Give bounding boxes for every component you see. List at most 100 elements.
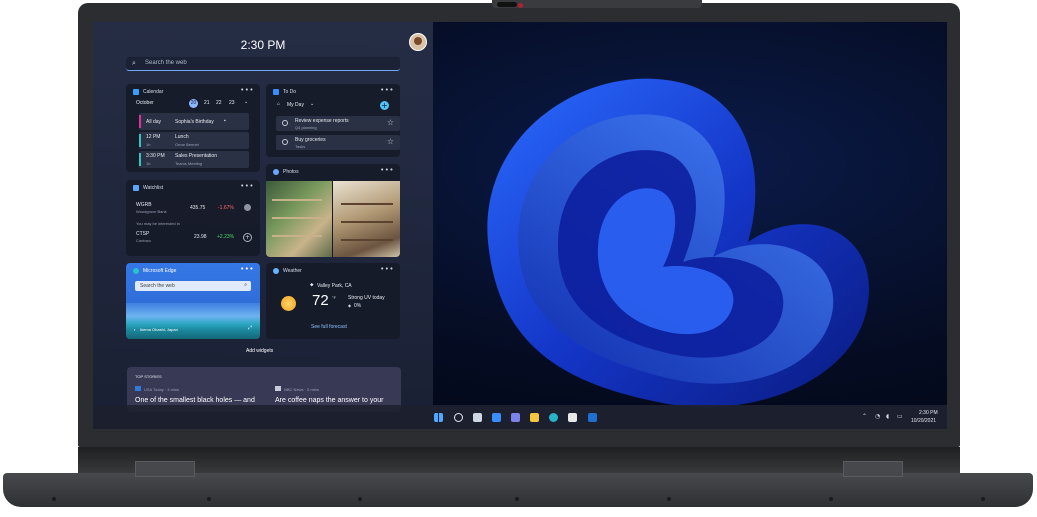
volume-icon[interactable]: ◖ bbox=[886, 413, 889, 420]
calendar-day-20[interactable]: 20 bbox=[189, 99, 198, 108]
taskbar-clock-time[interactable]: 2:30 PM bbox=[919, 410, 938, 416]
top-stories-heading: TOP STORIES bbox=[135, 374, 162, 379]
todo-widget[interactable]: To Do ••• ⌂ My Day ⌄ + Review expense re… bbox=[266, 84, 400, 157]
search-icon: ⌕ bbox=[244, 282, 247, 288]
image-caption: Ikema Ohashi, Japan bbox=[140, 327, 178, 332]
outlook-icon[interactable] bbox=[588, 413, 597, 422]
laptop-screen: 2:30 PM ⌕ Search the web Calendar ••• Oc… bbox=[93, 22, 947, 429]
add-task-button[interactable]: + bbox=[380, 101, 389, 110]
more-options-icon[interactable]: ••• bbox=[380, 86, 394, 94]
base-screw bbox=[667, 497, 671, 501]
task-view-icon[interactable] bbox=[473, 413, 482, 422]
battery-icon[interactable]: ▭ bbox=[897, 413, 903, 420]
edge-widget[interactable]: Microsoft Edge ••• Search the web ⌕ ▪ Ik… bbox=[126, 263, 260, 339]
windows-start-icon[interactable] bbox=[434, 413, 443, 422]
base-screw bbox=[829, 497, 833, 501]
file-explorer-icon[interactable] bbox=[530, 413, 539, 422]
news-source: USA Today · 3 mins bbox=[144, 387, 180, 392]
base-screw bbox=[981, 497, 985, 501]
star-icon[interactable]: ☆ bbox=[387, 118, 394, 127]
cloud-icon bbox=[273, 169, 279, 175]
edge-icon bbox=[133, 268, 139, 274]
watchlist-widget[interactable]: Watchlist ••• WGRB Woodgrove Bank 435.75… bbox=[126, 180, 260, 256]
stock-price: 435.75 bbox=[190, 205, 206, 211]
webcam-lens bbox=[497, 2, 517, 7]
hinge-right bbox=[843, 461, 903, 477]
photo-thumbnail[interactable] bbox=[266, 181, 332, 257]
hinge-left bbox=[135, 461, 195, 477]
more-options-icon[interactable]: ••• bbox=[380, 166, 394, 174]
photo-thumbnail[interactable] bbox=[333, 181, 400, 257]
more-options-icon[interactable]: ••• bbox=[380, 265, 394, 273]
news-headline[interactable]: One of the smallest black holes — and bbox=[135, 397, 255, 404]
chevron-down-icon[interactable]: ⌄ bbox=[244, 99, 248, 105]
chevron-down-icon[interactable]: ⌄ bbox=[310, 101, 314, 107]
location-icon: ▪ bbox=[134, 327, 136, 332]
calendar-day-21[interactable]: 21 bbox=[204, 100, 210, 106]
sun-icon bbox=[281, 296, 296, 311]
calendar-widget[interactable]: Calendar ••• October 20 21 22 23 ⌄ All d… bbox=[126, 84, 260, 172]
stock-symbol: CTSP bbox=[136, 231, 150, 237]
calendar-icon bbox=[133, 89, 139, 95]
base-screw bbox=[52, 497, 56, 501]
laptop-base bbox=[3, 473, 1033, 507]
photos-widget[interactable]: Photos ••• bbox=[266, 164, 400, 257]
teams-chat-icon[interactable] bbox=[511, 413, 520, 422]
taskbar: ⌃ ◔ ◖ ▭ 2:30 PM 10/20/2021 bbox=[93, 405, 947, 429]
star-icon[interactable]: ☆ bbox=[387, 137, 394, 146]
wifi-icon[interactable]: ◔ bbox=[875, 413, 880, 420]
raindrop-icon: ◆ bbox=[348, 303, 352, 308]
more-options-icon[interactable]: ••• bbox=[240, 86, 254, 94]
task-checkbox[interactable] bbox=[282, 120, 288, 126]
base-screw bbox=[515, 497, 519, 501]
add-widgets-button[interactable]: Add widgets bbox=[246, 348, 273, 354]
stock-chart-icon bbox=[133, 185, 139, 191]
store-icon[interactable] bbox=[568, 413, 577, 422]
todo-item[interactable]: Review expense reports Q4 planning ☆ bbox=[276, 116, 400, 131]
task-checkbox[interactable] bbox=[282, 139, 288, 145]
more-options-icon[interactable]: ••• bbox=[240, 265, 254, 273]
add-stock-icon[interactable]: + bbox=[243, 233, 252, 242]
taskbar-clock-date[interactable]: 10/20/2021 bbox=[911, 418, 936, 424]
webcam-bezel bbox=[492, 0, 702, 8]
edge-hero-image[interactable] bbox=[126, 303, 260, 339]
widgets-icon[interactable] bbox=[492, 413, 501, 422]
todo-list-selector[interactable]: My Day bbox=[287, 102, 304, 108]
widgets-panel: 2:30 PM ⌕ Search the web Calendar ••• Oc… bbox=[93, 22, 433, 405]
temp-unit: °F bbox=[332, 295, 337, 300]
windows-bloom-wallpaper bbox=[487, 78, 869, 408]
stock-change: -1.67% bbox=[218, 205, 234, 211]
weather-temp: 72 bbox=[312, 292, 329, 309]
web-search-input[interactable]: ⌕ Search the web bbox=[126, 57, 400, 71]
full-forecast-link[interactable]: See full forecast bbox=[311, 324, 347, 330]
webcam-led bbox=[518, 3, 523, 8]
home-icon: ⌂ bbox=[277, 101, 281, 107]
more-options-icon[interactable]: ••• bbox=[240, 182, 254, 190]
edge-icon[interactable] bbox=[549, 413, 558, 422]
calendar-event[interactable]: 3:30 PM 1h Sales Presentation Teams Meet… bbox=[139, 151, 249, 168]
user-avatar[interactable] bbox=[409, 33, 427, 51]
calendar-event[interactable]: 12 PM 1h Lunch Omar Bennet bbox=[139, 132, 249, 149]
weather-icon bbox=[273, 268, 279, 274]
edge-search-input[interactable]: Search the web ⌕ bbox=[135, 281, 251, 291]
chevron-up-icon[interactable]: ⌃ bbox=[862, 413, 867, 420]
panel-time: 2:30 PM bbox=[240, 38, 286, 52]
news-headline[interactable]: Are coffee naps the answer to your bbox=[275, 397, 383, 404]
news-thumbnail bbox=[275, 386, 281, 391]
checkmark-icon bbox=[273, 89, 279, 95]
expand-icon[interactable]: ⤢ bbox=[248, 325, 252, 331]
calendar-day-22[interactable]: 22 bbox=[216, 100, 222, 106]
base-screw bbox=[207, 497, 211, 501]
base-screw bbox=[358, 497, 362, 501]
suggestion-note: You may be interested in bbox=[136, 221, 180, 226]
todo-item[interactable]: Buy groceries Tasks ☆ bbox=[276, 135, 400, 150]
news-thumbnail bbox=[135, 386, 141, 391]
weather-widget[interactable]: Weather ••• ⬥ Valley Park, CA 72 °F Stro… bbox=[266, 263, 400, 339]
precipitation: 0% bbox=[354, 303, 362, 309]
search-icon[interactable] bbox=[454, 413, 463, 422]
calendar-day-23[interactable]: 23 bbox=[229, 100, 235, 106]
calendar-month: October bbox=[136, 100, 154, 106]
remove-stock-icon[interactable] bbox=[244, 204, 251, 211]
search-icon: ⌕ bbox=[132, 59, 136, 67]
calendar-event[interactable]: All day Sophia's Birthday ▪ bbox=[139, 113, 249, 130]
